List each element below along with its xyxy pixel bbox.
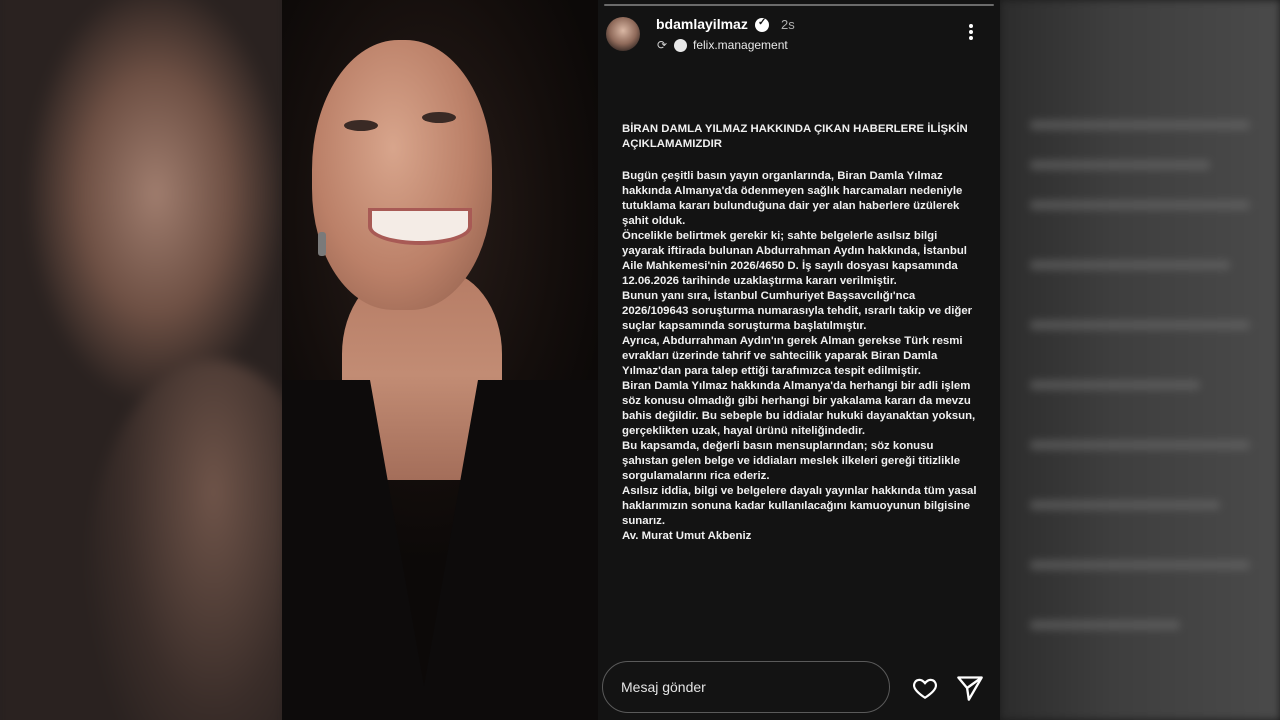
statement-paragraph: Bunun yanı sıra, İstanbul Cumhuriyet Baş… [622,290,973,332]
message-placeholder: Mesaj gönder [621,679,706,695]
message-input[interactable]: Mesaj gönder [602,661,890,713]
repost-icon: ⟳ [657,38,668,52]
statement-paragraph: Bugün çeşitli basın yayın organlarında, … [622,170,963,227]
left-eye [344,120,378,131]
username[interactable]: bdamlayilmaz [656,16,748,32]
story-viewer: bdamlayilmaz 2s ⟳ felix.management BİRAN… [0,0,1280,720]
statement-title: BİRAN DAMLA YILMAZ HAKKINDA ÇIKAN HABERL… [622,123,968,150]
statement-paragraph: Biran Damla Yılmaz hakkında Almanya'da h… [622,380,976,437]
smile-shape [368,208,472,245]
post-time: 2s [781,17,795,32]
statement-paragraph: Asılsız iddia, bilgi ve belgelere dayalı… [622,485,977,527]
statement-paragraph: Öncelikle belirtmek gerekir ki; sahte be… [622,230,967,287]
statement-document: BİRAN DAMLA YILMAZ HAKKINDA ÇIKAN HABERL… [622,122,982,544]
heart-icon[interactable] [911,675,939,701]
verified-badge-icon [755,17,769,32]
blurred-background-right [1000,0,1280,720]
right-eye [422,112,456,123]
repost-avatar [674,39,687,52]
statement-signature: Av. Murat Umut Akbeniz [622,530,752,542]
story-progress-bar [604,4,994,6]
repost-account[interactable]: felix.management [693,38,788,52]
blurred-background-left [0,0,290,720]
earring [318,232,326,256]
statement-paragraph: Ayrıca, Abdurrahman Aydın'ın gerek Alman… [622,335,963,377]
more-vertical-icon[interactable] [964,22,978,46]
story-panel[interactable]: bdamlayilmaz 2s ⟳ felix.management BİRAN… [598,0,1000,720]
statement-paragraph: Bu kapsamda, değerli basın mensuplarında… [622,440,961,482]
send-icon[interactable] [956,674,984,702]
face-shape [312,40,492,310]
avatar[interactable] [606,17,640,51]
portrait-photo [282,0,598,720]
